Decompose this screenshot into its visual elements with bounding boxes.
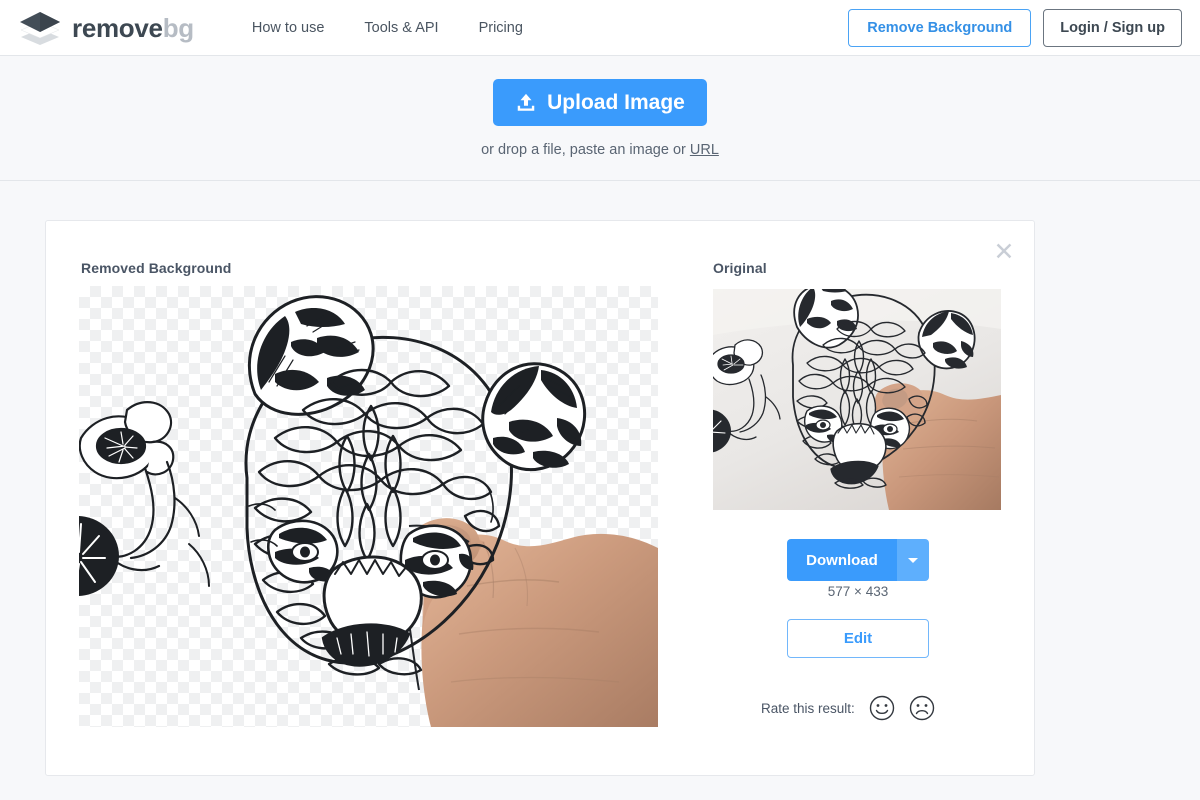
original-label: Original: [713, 260, 767, 276]
smiley-happy-icon[interactable]: [869, 695, 895, 721]
nav-item-pricing[interactable]: Pricing: [479, 20, 523, 36]
nav-item-how-to-use[interactable]: How to use: [252, 20, 325, 36]
close-icon[interactable]: ✕: [991, 239, 1017, 265]
removed-background-label: Removed Background: [81, 260, 232, 276]
original-image[interactable]: [713, 289, 1001, 510]
stacked-diamond-logo-icon: [20, 11, 60, 45]
upload-image-label: Upload Image: [547, 90, 685, 114]
upload-icon: [517, 93, 535, 111]
rate-result-label: Rate this result:: [761, 700, 855, 716]
header-actions: Remove Background Login / Sign up: [848, 9, 1182, 47]
chevron-down-icon: [908, 557, 918, 563]
panda-sketch-original-graphic: [713, 289, 1001, 510]
edit-button[interactable]: Edit: [787, 619, 929, 658]
login-signup-button[interactable]: Login / Sign up: [1043, 9, 1182, 47]
main-nav: How to use Tools & API Pricing: [252, 20, 523, 36]
rate-result-row: Rate this result:: [761, 695, 935, 721]
result-card: Removed Background Original ✕ Download 5…: [45, 220, 1035, 776]
brand-wordmark: removebg: [72, 15, 194, 41]
download-button-group[interactable]: Download: [787, 539, 929, 581]
nav-item-tools-api[interactable]: Tools & API: [364, 20, 438, 36]
partial-flower-sketch: [79, 401, 210, 596]
brand-secondary-text: bg: [162, 12, 194, 43]
download-button[interactable]: Download: [787, 539, 897, 581]
remove-background-button[interactable]: Remove Background: [848, 9, 1032, 47]
image-dimensions: 577 × 433: [827, 584, 889, 599]
brand-primary-text: remove: [72, 12, 163, 43]
download-dropdown-button[interactable]: [897, 539, 929, 581]
upload-hint: or drop a file, paste an image or URL: [481, 142, 719, 158]
panda-sketch-cutout-graphic: [79, 295, 658, 727]
brand-logo[interactable]: removebg: [18, 10, 194, 46]
removed-background-image[interactable]: [79, 286, 658, 727]
upload-bar: Upload Image or drop a file, paste an im…: [0, 57, 1200, 181]
site-header: removebg How to use Tools & API Pricing …: [0, 0, 1200, 56]
smiley-sad-icon[interactable]: [909, 695, 935, 721]
upload-hint-text: or drop a file, paste an image or: [481, 142, 690, 158]
upload-url-link[interactable]: URL: [690, 142, 719, 158]
upload-image-button[interactable]: Upload Image: [493, 79, 707, 126]
